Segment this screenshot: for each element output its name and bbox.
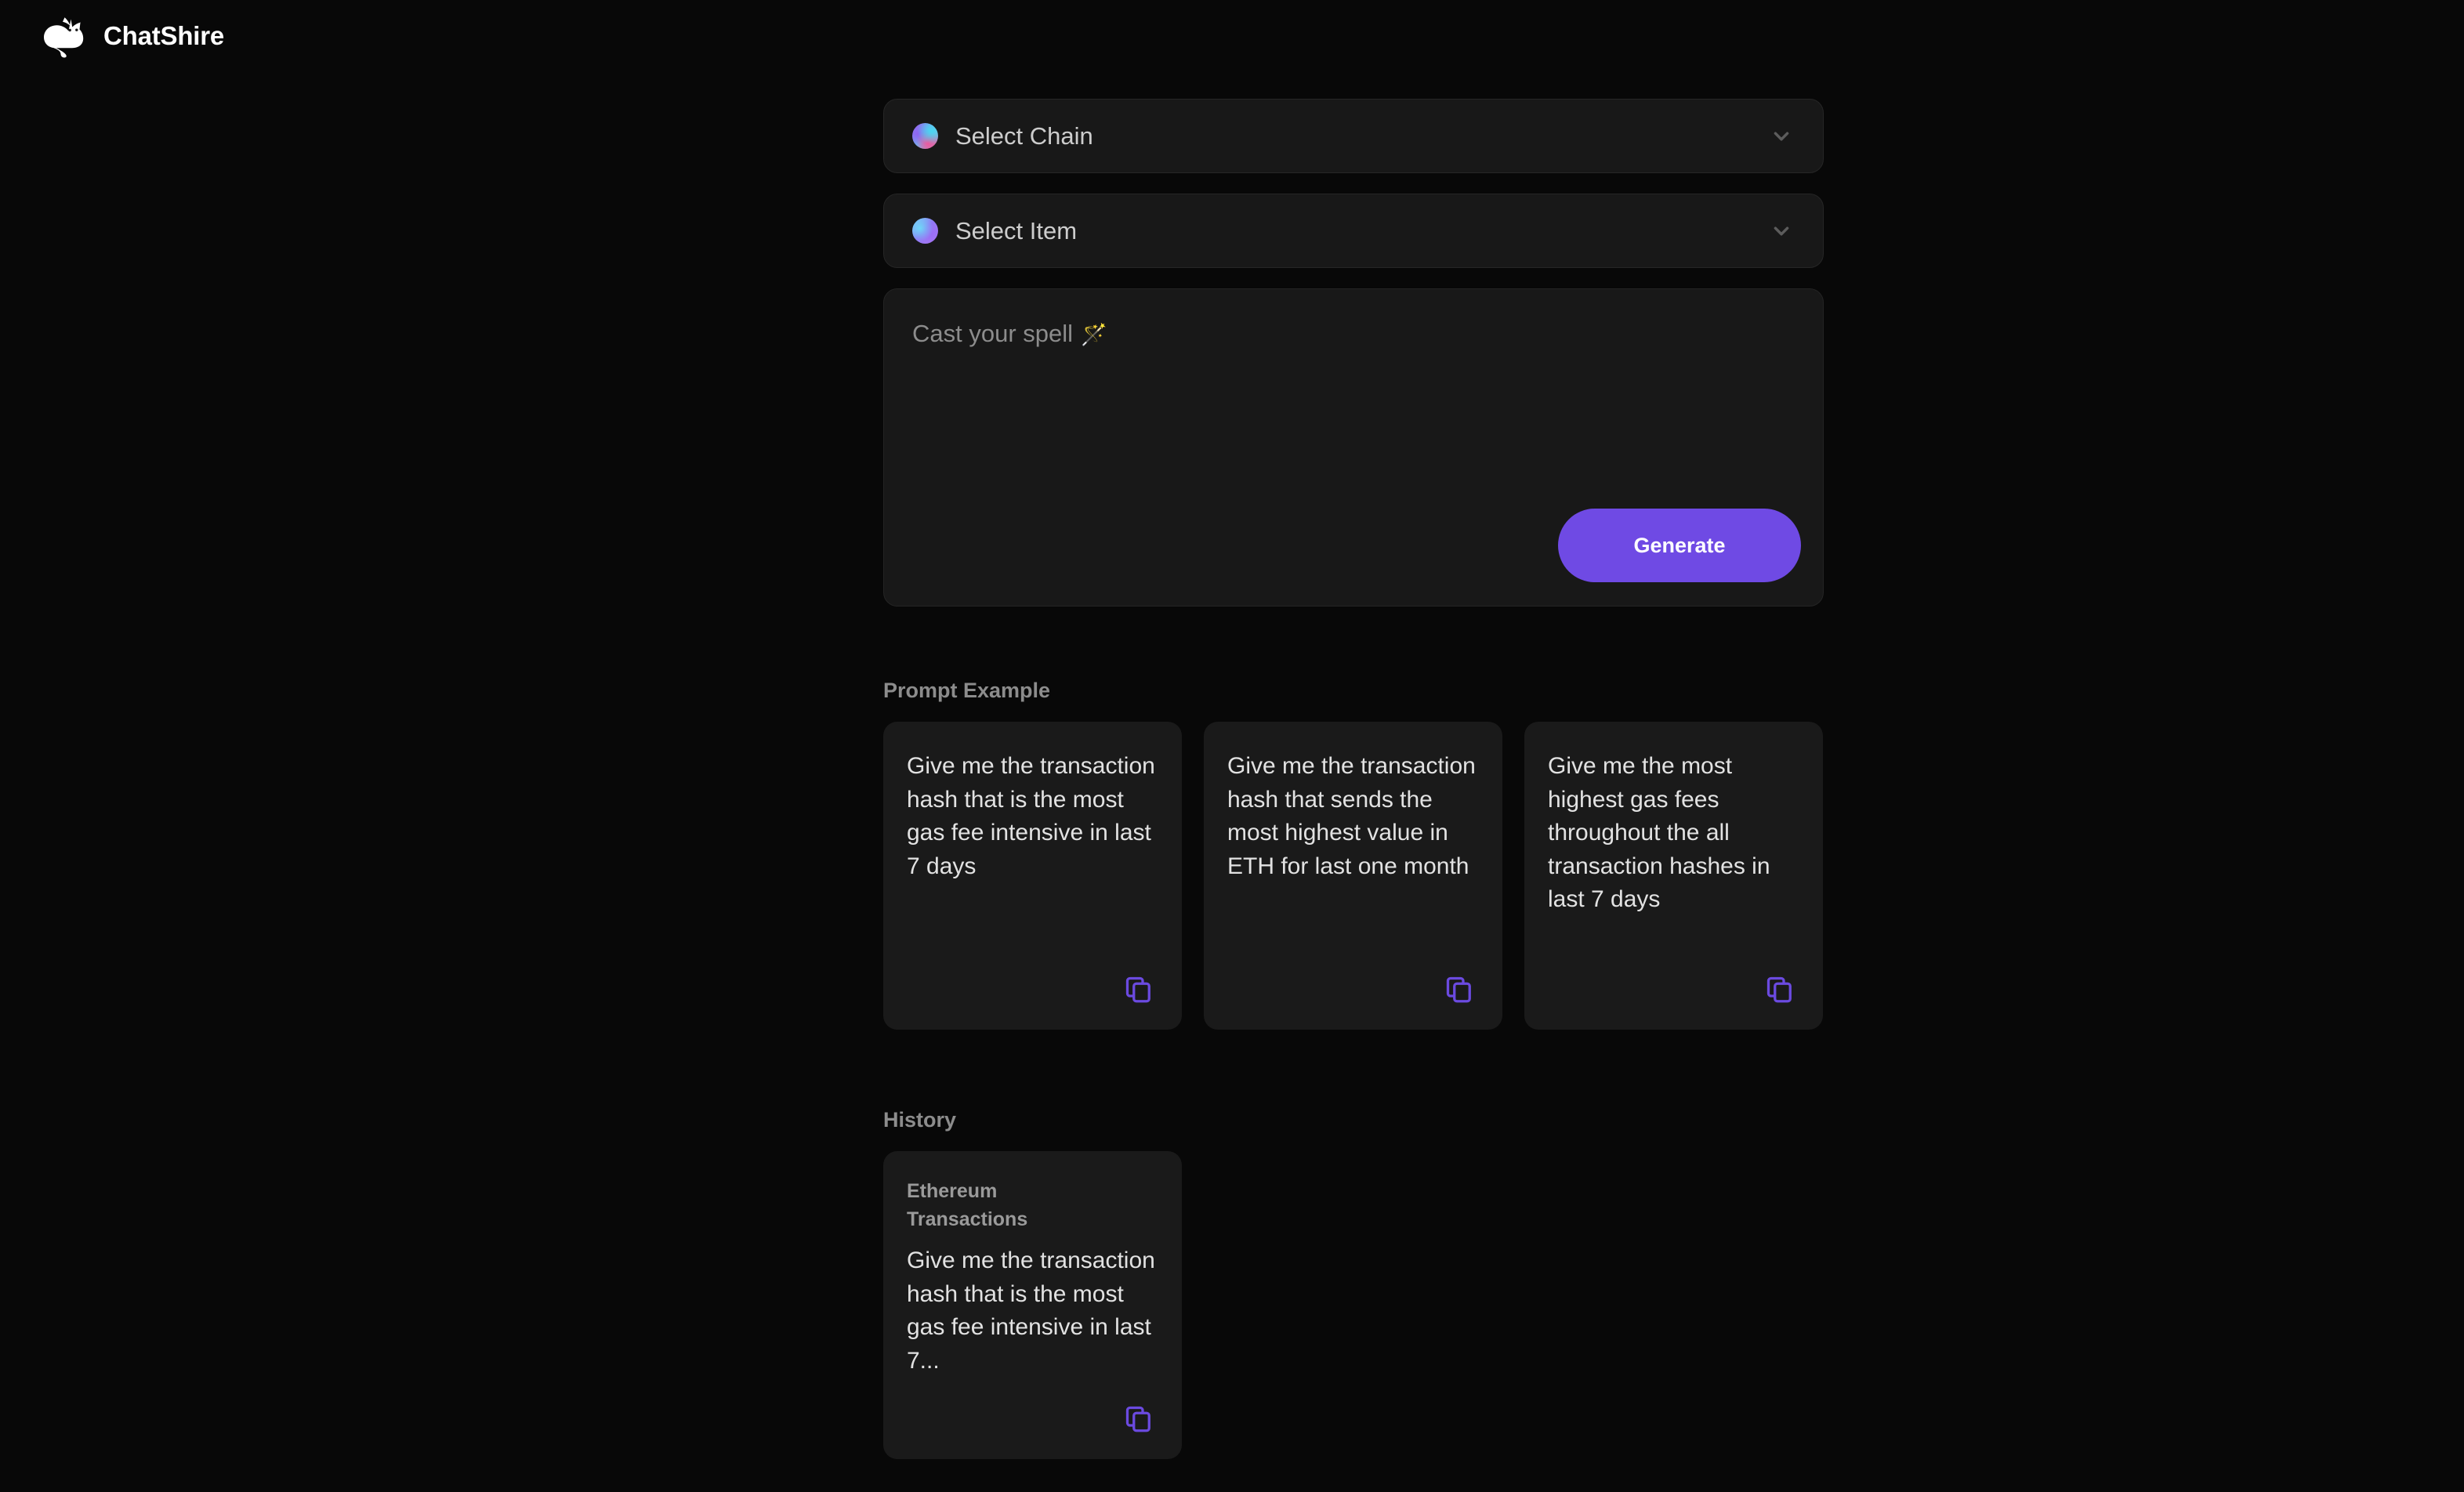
history-card-chain: Ethereum	[907, 1180, 998, 1202]
brand-name: ChatShire	[103, 21, 225, 50]
brand-logo-group[interactable]: ChatShire	[41, 14, 224, 58]
prompt-example-card[interactable]: Give me the most highest gas fees throug…	[1524, 722, 1823, 1030]
history-heading: History	[883, 1108, 957, 1132]
prompt-example-text: Give me the transaction hash that sends …	[1227, 753, 1476, 879]
copy-icon[interactable]	[1444, 975, 1473, 1003]
prompt-example-text: Give me the most highest gas fees throug…	[1548, 753, 1770, 913]
history-card-text: Give me the transaction hash that is the…	[907, 1248, 1155, 1374]
select-item-dropdown[interactable]: Select Item	[883, 194, 1824, 268]
cat-logo-icon	[44, 17, 84, 58]
magic-wand-icon: 🪄	[1081, 323, 1107, 346]
history-list: Ethereum Transactions Give me the transa…	[883, 1151, 1824, 1459]
history-card-meta: Ethereum Transactions	[907, 1178, 1158, 1233]
chevron-down-icon[interactable]	[1771, 126, 1792, 147]
prompt-example-card[interactable]: Give me the transaction hash that sends …	[1204, 722, 1502, 1030]
prompt-example-heading: Prompt Example	[883, 679, 1051, 702]
main-column: Select Chain Select Item Cast your spell…	[883, 0, 1824, 1459]
prompt-example-text: Give me the transaction hash that is the…	[907, 753, 1155, 879]
generate-button[interactable]: Generate	[1558, 509, 1801, 582]
select-item-label: Select Item	[955, 216, 1078, 244]
select-chain-dropdown[interactable]: Select Chain	[883, 99, 1824, 173]
history-card-item: Transactions	[907, 1208, 1028, 1230]
history-card[interactable]: Ethereum Transactions Give me the transa…	[883, 1151, 1182, 1459]
gradient-orb-chain-icon	[912, 123, 938, 149]
prompt-input-placeholder[interactable]: Cast your spell 🪄	[912, 319, 1795, 348]
prompt-example-card[interactable]: Give me the transaction hash that is the…	[883, 722, 1182, 1030]
prompt-example-list: Give me the transaction hash that is the…	[883, 722, 1824, 1030]
copy-icon[interactable]	[1124, 1404, 1152, 1432]
gradient-orb-item-icon	[912, 218, 938, 244]
copy-icon[interactable]	[1765, 975, 1793, 1003]
copy-icon[interactable]	[1124, 975, 1152, 1003]
prompt-composer[interactable]: Cast your spell 🪄 Generate	[883, 288, 1824, 607]
select-chain-label: Select Chain	[955, 121, 1093, 150]
chevron-down-icon[interactable]	[1771, 221, 1792, 241]
prompt-placeholder-text: Cast your spell	[912, 320, 1074, 347]
